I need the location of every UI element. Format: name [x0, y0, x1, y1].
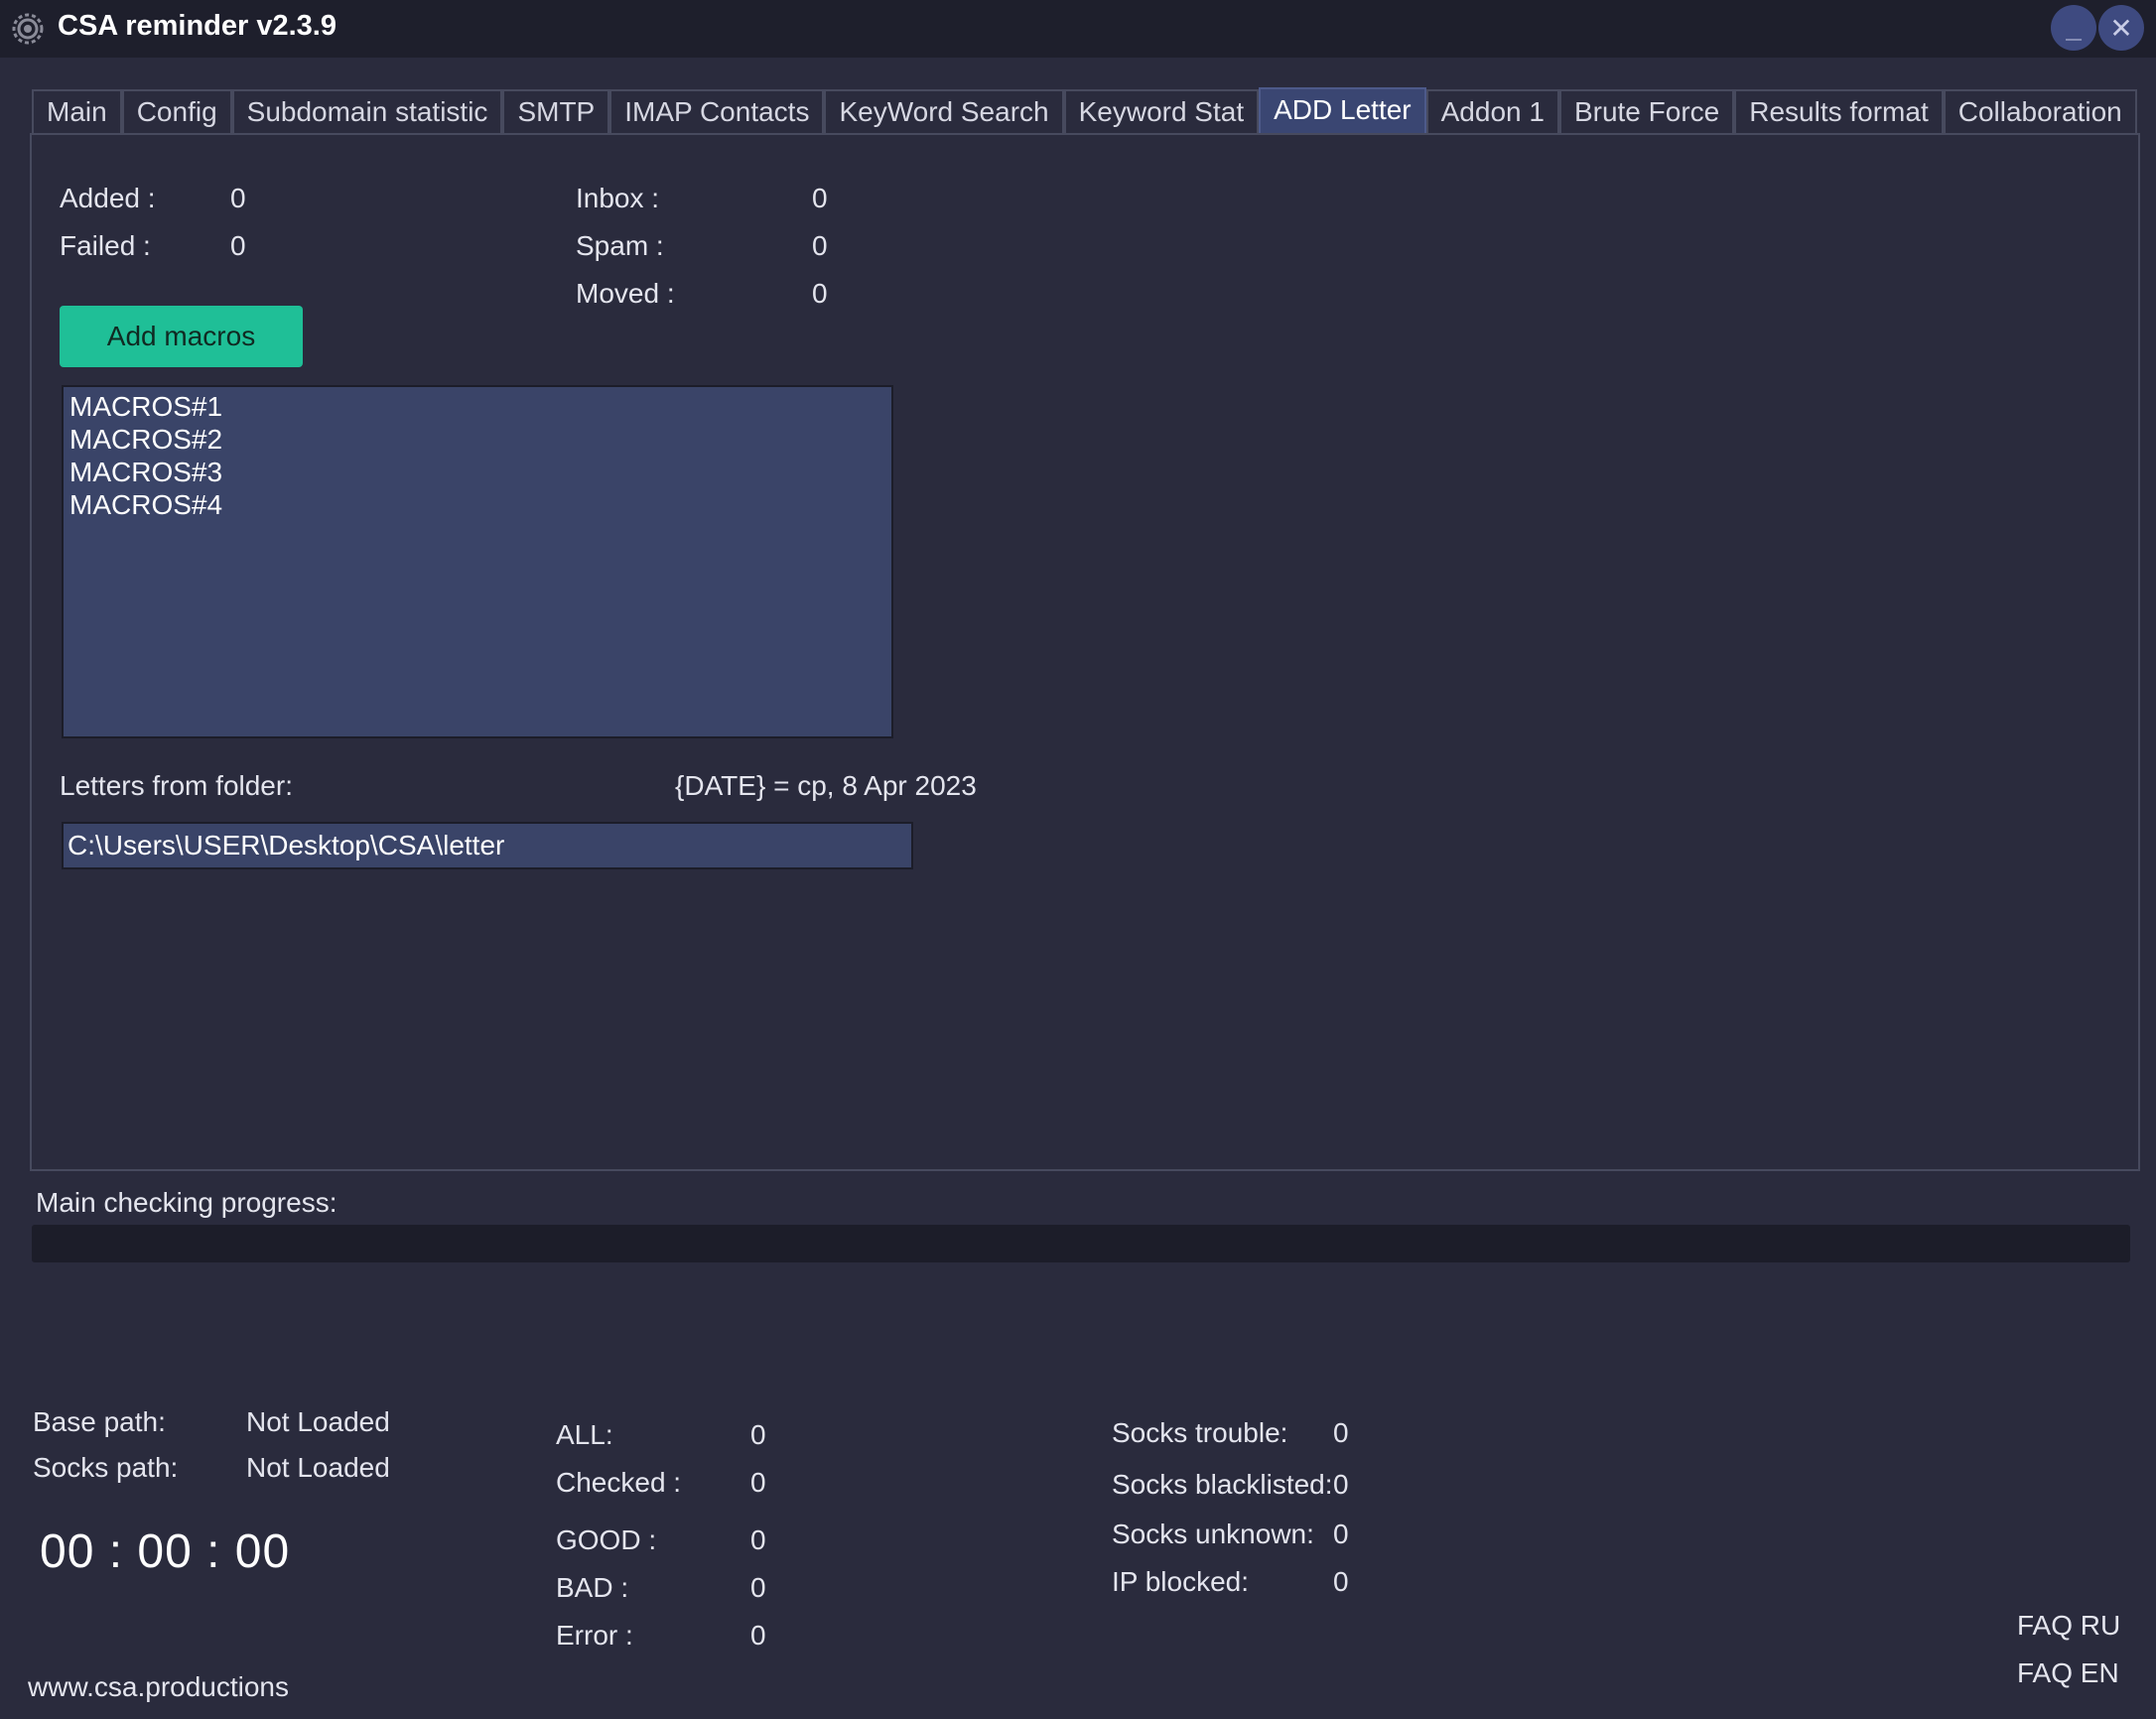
added-value: 0: [230, 183, 246, 213]
good-label: GOOD :: [556, 1524, 657, 1555]
base-path-value: Not Loaded: [246, 1406, 390, 1437]
checked-value: 0: [750, 1467, 766, 1498]
inbox-label: Inbox :: [576, 183, 660, 213]
tab-config[interactable]: Config: [121, 89, 232, 135]
gear-icon: [12, 13, 44, 45]
minimize-button[interactable]: _: [2051, 5, 2096, 51]
checked-label: Checked :: [556, 1467, 682, 1498]
website-link[interactable]: www.csa.productions: [28, 1671, 289, 1703]
macro-item[interactable]: MACROS#2: [69, 423, 885, 456]
bad-label: BAD :: [556, 1572, 629, 1603]
socks-blacklisted-value: 0: [1333, 1469, 1349, 1500]
tab-strip: Main Config Subdomain statistic SMTP IMA…: [32, 87, 2137, 135]
tab-imap-contacts[interactable]: IMAP Contacts: [609, 89, 825, 135]
tab-smtp[interactable]: SMTP: [502, 89, 610, 135]
date-macro-label: {DATE} = cp, 8 Apr 2023: [675, 770, 977, 801]
base-path-label: Base path:: [33, 1406, 166, 1437]
tab-keyword-search[interactable]: KeyWord Search: [824, 89, 1064, 135]
tab-add-letter[interactable]: ADD Letter: [1259, 87, 1426, 135]
tab-brute-force[interactable]: Brute Force: [1558, 89, 1735, 135]
moved-value: 0: [812, 278, 828, 309]
all-label: ALL:: [556, 1419, 613, 1450]
letters-folder-input[interactable]: [62, 822, 913, 869]
macro-item[interactable]: MACROS#1: [69, 390, 885, 423]
letters-folder-label: Letters from folder:: [60, 770, 293, 801]
tab-keyword-stat[interactable]: Keyword Stat: [1063, 89, 1260, 135]
tab-subdomain-statistic[interactable]: Subdomain statistic: [231, 89, 503, 135]
add-macros-button[interactable]: Add macros: [60, 306, 303, 367]
good-value: 0: [750, 1524, 766, 1555]
main-progress-bar: [32, 1225, 2130, 1262]
tab-collaboration[interactable]: Collaboration: [1943, 89, 2137, 135]
progress-label: Main checking progress:: [36, 1187, 337, 1218]
tab-results-format[interactable]: Results format: [1734, 89, 1944, 135]
error-value: 0: [750, 1620, 766, 1651]
faq-ru-link[interactable]: FAQ RU: [2017, 1610, 2120, 1642]
socks-path-label: Socks path:: [33, 1452, 179, 1483]
spam-value: 0: [812, 230, 828, 261]
tab-main[interactable]: Main: [32, 89, 122, 135]
macro-item[interactable]: MACROS#4: [69, 488, 885, 521]
macros-list[interactable]: MACROS#1 MACROS#2 MACROS#3 MACROS#4: [62, 385, 893, 738]
spam-label: Spam :: [576, 230, 664, 261]
ip-blocked-label: IP blocked:: [1112, 1566, 1250, 1597]
close-button[interactable]: ✕: [2098, 5, 2144, 51]
socks-path-value: Not Loaded: [246, 1452, 390, 1483]
window-title: CSA reminder v2.3.9: [58, 10, 337, 42]
faq-en-link[interactable]: FAQ EN: [2017, 1657, 2119, 1689]
socks-unknown-label: Socks unknown:: [1112, 1519, 1314, 1549]
socks-unknown-value: 0: [1333, 1519, 1349, 1549]
error-label: Error :: [556, 1620, 633, 1651]
bad-value: 0: [750, 1572, 766, 1603]
macro-item[interactable]: MACROS#3: [69, 456, 885, 488]
socks-trouble-value: 0: [1333, 1417, 1349, 1448]
elapsed-timer: 00 : 00 : 00: [40, 1525, 291, 1578]
minimize-icon: _: [2066, 12, 2082, 43]
failed-value: 0: [230, 230, 246, 261]
moved-label: Moved :: [576, 278, 675, 309]
socks-trouble-label: Socks trouble:: [1112, 1417, 1288, 1448]
socks-blacklisted-label: Socks blacklisted:: [1112, 1469, 1333, 1500]
added-label: Added :: [60, 183, 156, 213]
failed-label: Failed :: [60, 230, 151, 261]
all-value: 0: [750, 1419, 766, 1450]
inbox-value: 0: [812, 183, 828, 213]
tab-addon-1[interactable]: Addon 1: [1425, 89, 1559, 135]
close-icon: ✕: [2109, 12, 2133, 44]
ip-blocked-value: 0: [1333, 1566, 1349, 1597]
